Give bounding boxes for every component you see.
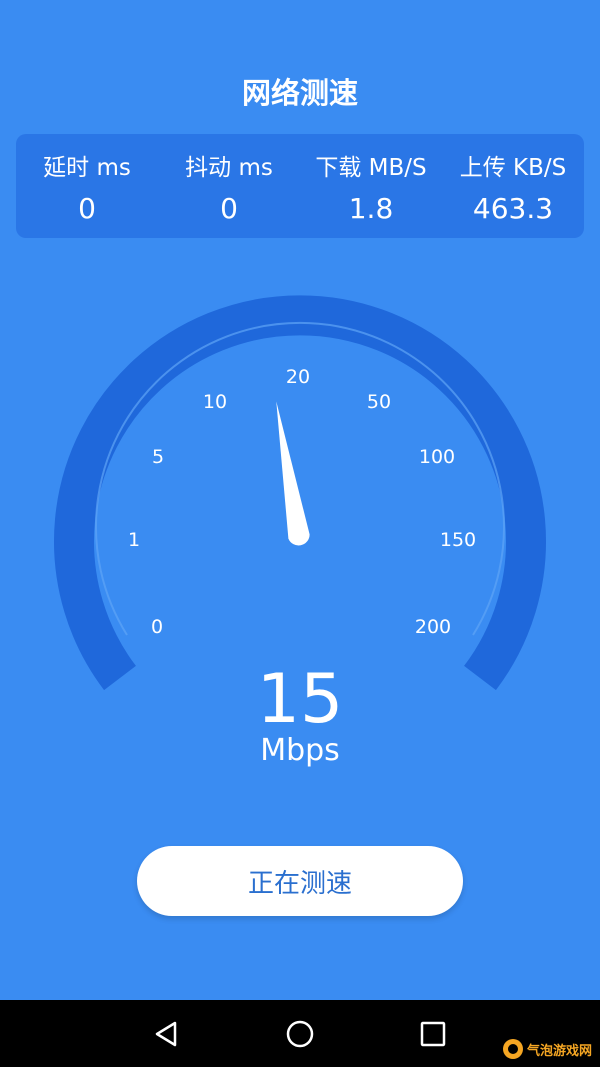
gauge-tick-label: 150 xyxy=(440,529,476,551)
stats-panel: 延时 ms 0 抖动 ms 0 下载 MB/S 1.8 上传 KB/S 463.… xyxy=(16,134,584,238)
stat-value: 0 xyxy=(220,192,238,225)
gauge-tick-label: 1 xyxy=(128,529,140,551)
stat-latency: 延时 ms 0 xyxy=(16,148,158,225)
stat-label: 上传 KB/S xyxy=(459,155,567,181)
stat-label: 抖动 ms xyxy=(185,155,273,181)
stat-download: 下载 MB/S 1.8 xyxy=(300,148,442,225)
gauge-needle xyxy=(276,401,310,546)
home-icon[interactable] xyxy=(282,1016,318,1052)
testing-button[interactable]: 正在测速 xyxy=(137,846,463,916)
stat-label: 延时 ms xyxy=(43,155,131,181)
stat-upload: 上传 KB/S 463.3 xyxy=(442,148,584,225)
gauge-tick-label: 50 xyxy=(367,391,391,413)
gauge-tick-label: 0 xyxy=(151,616,163,638)
stat-value: 1.8 xyxy=(348,192,394,225)
speed-unit: Mbps xyxy=(260,733,340,768)
page-title: 网络测速 xyxy=(241,76,358,110)
watermark-logo-icon xyxy=(503,1039,523,1059)
stat-label: 下载 MB/S xyxy=(315,155,427,181)
speed-value: 15 xyxy=(256,660,344,739)
stat-value: 463.3 xyxy=(472,192,554,225)
stat-jitter: 抖动 ms 0 xyxy=(158,148,300,225)
app-screen: 网络测速 延时 ms 0 抖动 ms 0 下载 MB/S 1.8 上传 KB/S… xyxy=(0,0,600,1000)
gauge-tick-label: 100 xyxy=(419,446,455,468)
gauge-tick-label: 20 xyxy=(286,366,310,388)
watermark-text: 气泡游戏网 xyxy=(527,1043,593,1059)
recent-apps-icon[interactable] xyxy=(415,1016,451,1052)
gauge-tick-label: 200 xyxy=(415,616,451,638)
gauge-tick-label: 5 xyxy=(152,446,164,468)
stat-value: 0 xyxy=(78,192,96,225)
watermark: 气泡游戏网 xyxy=(502,1036,594,1062)
back-icon[interactable] xyxy=(148,1016,184,1052)
gauge-tick-label: 10 xyxy=(203,391,227,413)
speed-gauge: 0 1 5 10 20 50 100 150 200 xyxy=(54,295,546,690)
